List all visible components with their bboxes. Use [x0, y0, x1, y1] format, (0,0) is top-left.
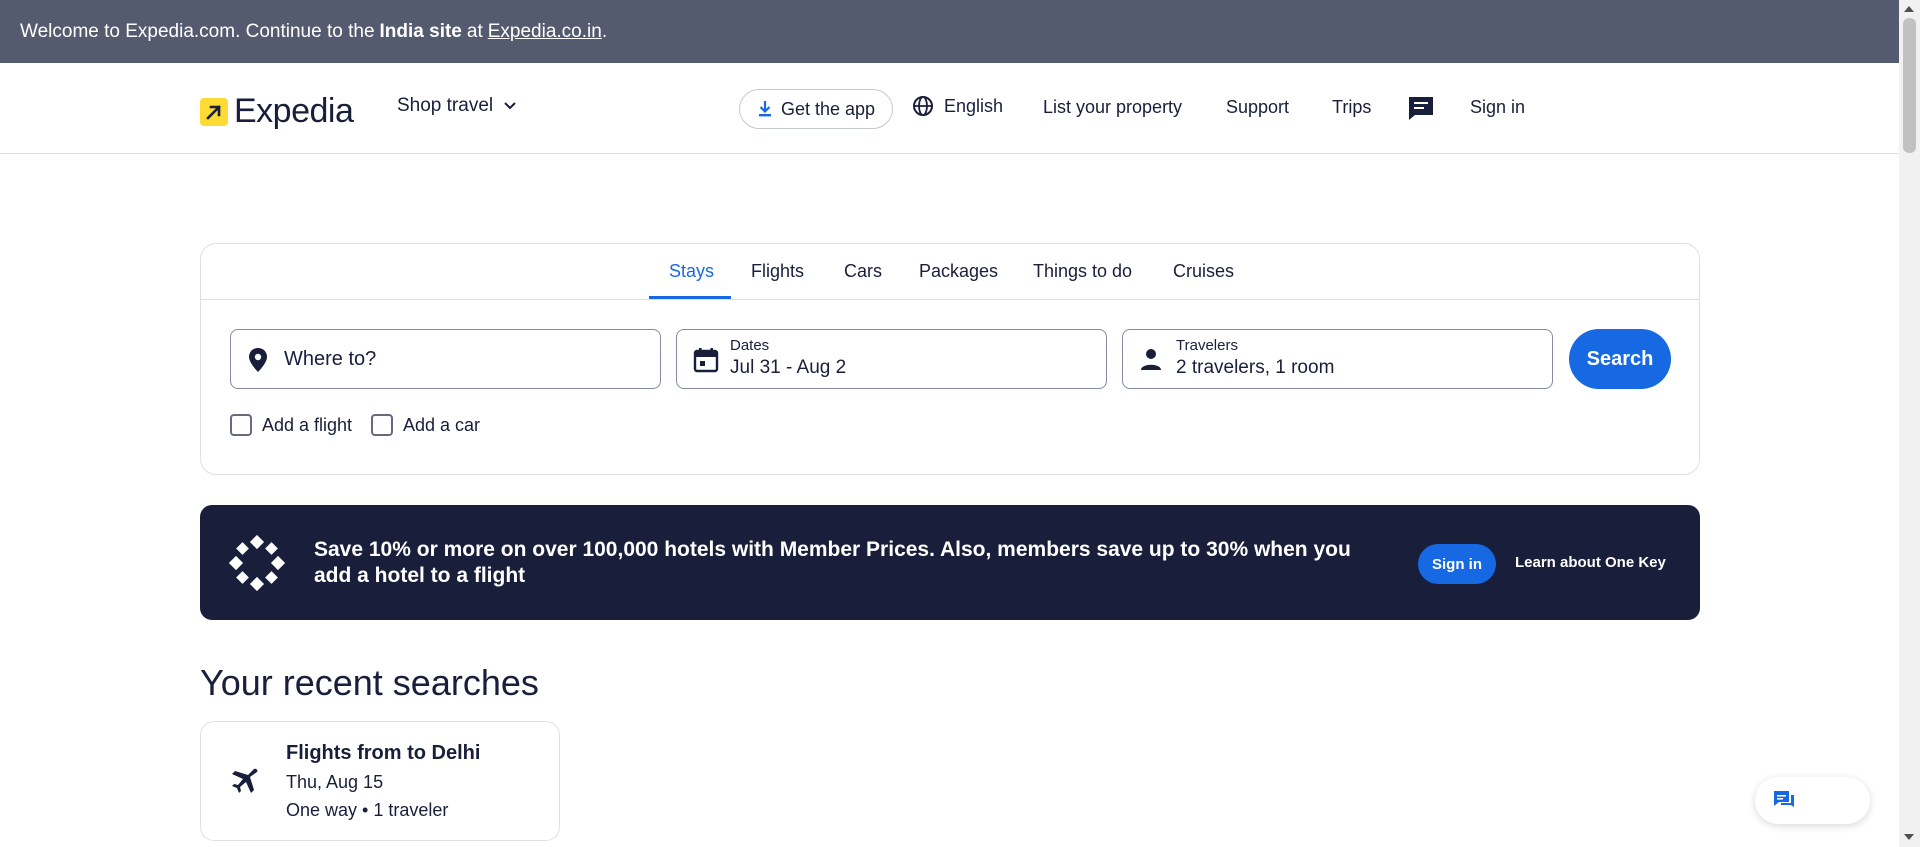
add-flight-option[interactable]: Add a flight — [230, 414, 352, 436]
recent-search-date: Thu, Aug 15 — [286, 772, 384, 792]
active-tab-indicator — [649, 296, 731, 299]
banner-mid: at — [466, 20, 483, 42]
travelers-field[interactable]: Travelers 2 travelers, 1 room — [1122, 329, 1553, 389]
support-link[interactable]: Support — [1226, 97, 1289, 118]
tab-flights[interactable]: Flights — [751, 261, 804, 282]
travelers-label: Travelers — [1176, 337, 1238, 354]
person-icon — [1141, 349, 1161, 370]
tab-cruises[interactable]: Cruises — [1173, 261, 1234, 282]
banner-link[interactable]: Expedia.co.in — [488, 21, 602, 43]
destination-field[interactable]: Where to? — [230, 329, 661, 389]
shop-travel-menu[interactable]: Shop travel — [397, 95, 517, 117]
recent-search-title: Flights from to Delhi — [286, 742, 481, 764]
airplane-icon — [232, 768, 258, 793]
recent-searches-heading: Your recent searches — [200, 662, 539, 703]
floating-chat-button[interactable] — [1755, 777, 1870, 824]
tab-stays[interactable]: Stays — [669, 261, 714, 282]
download-icon — [758, 101, 771, 117]
banner-prefix: Welcome to Expedia.com. Continue to the — [20, 20, 375, 42]
add-car-checkbox[interactable] — [371, 414, 393, 436]
list-property-link[interactable]: List your property — [1043, 97, 1182, 118]
product-tabs: Stays Flights Cars Packages Things to do… — [201, 244, 1699, 300]
get-app-label: Get the app — [780, 98, 876, 119]
add-flight-label: Add a flight — [262, 414, 353, 435]
learn-one-key-link[interactable]: Learn about One Key — [1515, 554, 1666, 571]
site-header: Expedia Shop travel Get the app English … — [0, 63, 1899, 154]
member-prices-banner: Save 10% or more on over 100,000 hotels … — [200, 505, 1700, 620]
chat-bubbles-icon — [1774, 791, 1794, 807]
search-button[interactable]: Search — [1569, 329, 1671, 389]
one-key-icon — [229, 535, 285, 591]
chevron-down-icon — [504, 102, 516, 110]
page-scrollbar[interactable] — [1899, 0, 1920, 847]
dates-value: Jul 31 - Aug 2 — [730, 357, 847, 378]
tab-cars[interactable]: Cars — [844, 261, 882, 282]
calendar-icon — [693, 348, 719, 373]
banner-suffix: . — [601, 20, 608, 42]
tab-packages[interactable]: Packages — [919, 261, 998, 282]
logo-text: Expedia — [234, 92, 354, 130]
locale-banner: Welcome to Expedia.com. Continue to the … — [0, 0, 1899, 63]
search-form-card: Stays Flights Cars Packages Things to do… — [200, 243, 1700, 475]
scroll-up-arrow-icon[interactable] — [1904, 6, 1914, 12]
globe-icon — [913, 96, 933, 116]
add-car-option[interactable]: Add a car — [371, 414, 480, 436]
tab-things-to-do[interactable]: Things to do — [1033, 261, 1132, 282]
trips-link[interactable]: Trips — [1332, 97, 1371, 118]
promo-text: Save 10% or more on over 100,000 hotels … — [314, 538, 1351, 587]
language-selector[interactable]: English — [912, 95, 1003, 117]
messages-icon[interactable] — [1407, 95, 1435, 126]
scroll-down-arrow-icon[interactable] — [1904, 834, 1914, 840]
travelers-value: 2 travelers, 1 room — [1176, 357, 1335, 378]
location-pin-icon — [249, 348, 267, 372]
add-car-label: Add a car — [403, 414, 481, 435]
recent-search-meta: One way • 1 traveler — [286, 800, 449, 820]
logo-mark-icon — [200, 97, 228, 126]
recent-search-card[interactable]: Flights from to Delhi Thu, Aug 15 One wa… — [200, 721, 560, 841]
language-label: English — [944, 95, 1004, 116]
shop-travel-label: Shop travel — [397, 95, 494, 116]
promo-sign-in-button[interactable]: Sign in — [1418, 544, 1496, 584]
dates-field[interactable]: Dates Jul 31 - Aug 2 — [676, 329, 1107, 389]
sign-in-link[interactable]: Sign in — [1470, 97, 1525, 118]
banner-bold: India site — [379, 20, 462, 42]
add-flight-checkbox[interactable] — [230, 414, 252, 436]
expedia-logo[interactable]: Expedia — [200, 92, 354, 131]
scrollbar-thumb[interactable] — [1903, 18, 1916, 153]
destination-placeholder: Where to? — [284, 348, 377, 370]
get-app-button[interactable]: Get the app — [739, 89, 893, 129]
dates-label: Dates — [730, 337, 770, 354]
